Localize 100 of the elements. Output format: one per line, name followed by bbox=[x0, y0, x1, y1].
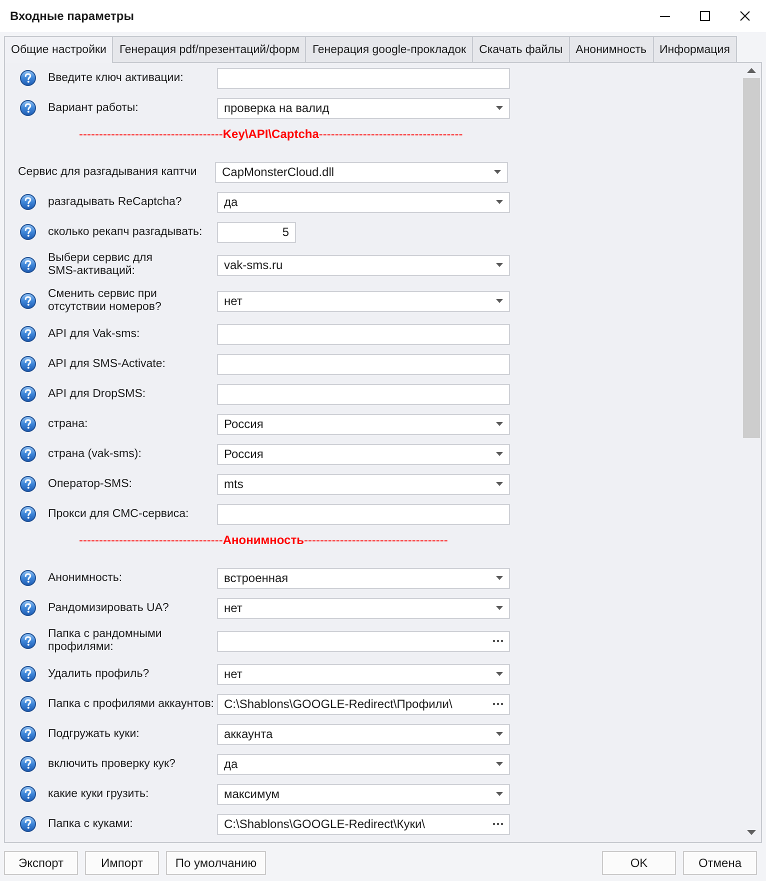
help-icon[interactable] bbox=[20, 756, 36, 772]
field-label: Удалить профиль? bbox=[48, 666, 150, 682]
section-heading: ------------------------------------Key\API\Captcha------------------------------------ bbox=[79, 127, 463, 141]
section-heading: ------------------------------------Анонимность------------------------------------ bbox=[79, 533, 448, 547]
footer-button[interactable]: Экспорт bbox=[4, 851, 78, 875]
help-icon[interactable] bbox=[20, 356, 36, 372]
dropdown[interactable]: Россия bbox=[217, 414, 510, 434]
dropdown[interactable]: да bbox=[217, 754, 510, 774]
help-icon[interactable] bbox=[20, 696, 36, 712]
caret-icon[interactable] bbox=[496, 792, 503, 796]
field-label: Папка с профилями аккаунтов: bbox=[48, 696, 215, 712]
field-label: страна: bbox=[48, 416, 89, 432]
caret-icon[interactable] bbox=[496, 576, 503, 580]
text-input[interactable] bbox=[217, 504, 510, 524]
help-icon[interactable] bbox=[20, 506, 36, 522]
field-label: Папка с рандомными профилями: bbox=[48, 627, 163, 655]
field-label: Прокси для СМС-сервиса: bbox=[48, 506, 190, 522]
scroll-down-icon[interactable] bbox=[747, 830, 756, 835]
field-label: Оператор-SMS: bbox=[48, 476, 133, 492]
field-label: Папка с куками: bbox=[48, 816, 134, 832]
maximize-icon[interactable] bbox=[700, 11, 710, 21]
help-icon[interactable] bbox=[20, 633, 36, 649]
help-icon[interactable] bbox=[20, 326, 36, 342]
field-label: Введите ключ активации: bbox=[48, 70, 184, 86]
field-label: API для SMS-Activate: bbox=[48, 356, 166, 372]
text-input[interactable] bbox=[217, 68, 510, 88]
scrollbar-thumb[interactable] bbox=[743, 78, 760, 438]
footer-button[interactable]: Импорт bbox=[85, 851, 159, 875]
help-icon[interactable] bbox=[20, 570, 36, 586]
caret-icon[interactable] bbox=[496, 263, 503, 267]
number-input[interactable]: 5 bbox=[217, 222, 296, 242]
field-label: сколько рекапч разгадывать: bbox=[48, 224, 204, 240]
path-input[interactable] bbox=[217, 630, 510, 652]
caret-icon[interactable] bbox=[496, 452, 503, 456]
caret-icon[interactable] bbox=[496, 672, 503, 676]
help-icon[interactable] bbox=[20, 224, 36, 240]
help-icon[interactable] bbox=[20, 70, 36, 86]
dropdown[interactable]: максимум bbox=[217, 784, 510, 804]
caret-icon[interactable] bbox=[496, 482, 503, 486]
caret-icon[interactable] bbox=[496, 732, 503, 736]
dropdown[interactable]: vak-sms.ru bbox=[217, 254, 510, 276]
tab[interactable]: Общие настройки bbox=[4, 36, 114, 63]
field-label: какие куки грузить: bbox=[48, 786, 150, 802]
dropdown[interactable]: встроенная bbox=[217, 568, 510, 588]
field-label: Сменить сервис при отсутствии номеров? bbox=[48, 287, 162, 315]
text-input[interactable] bbox=[217, 354, 510, 374]
caret-icon[interactable] bbox=[496, 106, 503, 110]
help-icon[interactable] bbox=[20, 100, 36, 116]
field-label: Анонимность: bbox=[48, 570, 124, 586]
field-label: Выбери сервис для SMS-активаций: bbox=[48, 251, 154, 279]
help-icon[interactable] bbox=[20, 786, 36, 802]
path-input[interactable]: C:\Shablons\GOOGLE-Redirect\Профили\ bbox=[217, 694, 510, 714]
text-input[interactable] bbox=[217, 384, 510, 404]
caret-icon[interactable] bbox=[496, 762, 503, 766]
help-icon[interactable] bbox=[20, 257, 36, 273]
field-label: API для Vak-sms: bbox=[48, 326, 141, 342]
caret-icon[interactable] bbox=[496, 606, 503, 610]
tab[interactable]: Генерация pdf/презентаций/форм bbox=[112, 36, 306, 62]
help-icon[interactable] bbox=[20, 726, 36, 742]
path-input[interactable]: C:\Shablons\GOOGLE-Redirect\Куки\ bbox=[217, 814, 510, 834]
help-icon[interactable] bbox=[20, 386, 36, 402]
help-icon[interactable] bbox=[20, 476, 36, 492]
dropdown[interactable]: Россия bbox=[217, 444, 510, 464]
dropdown[interactable]: нет bbox=[217, 664, 510, 684]
footer-button[interactable]: Отмена bbox=[683, 851, 757, 875]
tab[interactable]: Информация bbox=[652, 36, 737, 62]
dropdown[interactable]: нет bbox=[217, 290, 510, 312]
help-icon[interactable] bbox=[20, 293, 36, 309]
field-label: страна (vak-sms): bbox=[48, 446, 142, 462]
field-label: Сервис для разгадывания каптчи bbox=[18, 164, 198, 180]
tab[interactable]: Скачать файлы bbox=[472, 36, 570, 62]
help-icon[interactable] bbox=[20, 416, 36, 432]
dropdown[interactable]: CapMonsterCloud.dll bbox=[215, 162, 508, 182]
field-label: Рандомизировать UA? bbox=[48, 600, 170, 616]
footer-button[interactable]: По умолчанию bbox=[166, 851, 266, 875]
dropdown[interactable]: нет bbox=[217, 598, 510, 618]
field-label: API для DropSMS: bbox=[48, 386, 147, 402]
field-label: Вариант работы: bbox=[48, 100, 140, 116]
help-icon[interactable] bbox=[20, 600, 36, 616]
footer-button[interactable]: OK bbox=[602, 851, 676, 875]
dropdown[interactable]: аккаунта bbox=[217, 724, 510, 744]
dropdown[interactable]: да bbox=[217, 192, 510, 212]
caret-icon[interactable] bbox=[496, 422, 503, 426]
field-label: разгадывать ReCaptcha? bbox=[48, 194, 183, 210]
close-icon[interactable] bbox=[740, 11, 750, 21]
scroll-up-icon[interactable] bbox=[747, 68, 756, 73]
field-label: Подгружать куки: bbox=[48, 726, 140, 742]
help-icon[interactable] bbox=[20, 446, 36, 462]
dropdown[interactable]: mts bbox=[217, 474, 510, 494]
dropdown[interactable]: проверка на валид bbox=[217, 98, 510, 118]
tab[interactable]: Генерация google-прокладок bbox=[305, 36, 474, 62]
help-icon[interactable] bbox=[20, 666, 36, 682]
field-label: включить проверку кук? bbox=[48, 756, 176, 772]
caret-icon[interactable] bbox=[496, 299, 503, 303]
help-icon[interactable] bbox=[20, 816, 36, 832]
caret-icon[interactable] bbox=[496, 200, 503, 204]
caret-icon[interactable] bbox=[494, 170, 501, 174]
help-icon[interactable] bbox=[20, 194, 36, 210]
text-input[interactable] bbox=[217, 324, 510, 344]
tab[interactable]: Анонимность bbox=[568, 36, 654, 62]
